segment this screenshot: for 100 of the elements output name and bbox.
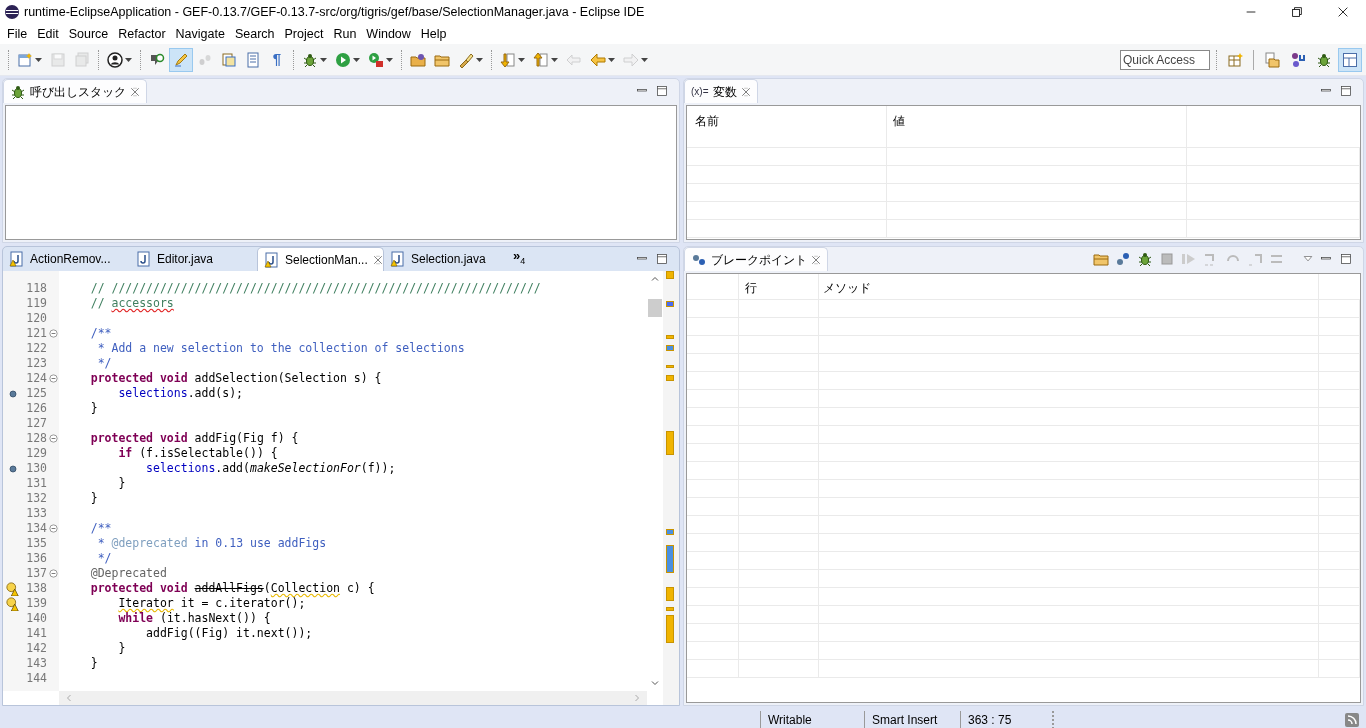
code-line: */ [96,550,112,567]
bug-icon [1137,251,1153,267]
menu-item[interactable]: File [2,24,33,44]
perspective-button[interactable] [1338,47,1362,72]
block-select-icon [221,51,237,68]
menu-item[interactable]: Window [361,24,416,44]
maximize-view-button[interactable] [1339,252,1353,266]
line-number: 119 [25,294,47,312]
caret-icon [125,57,132,62]
code-line: protected void addAllFigs(Collection c) { [89,580,375,597]
scroll-right-icon [633,694,641,702]
maximize-view-button[interactable] [1339,84,1353,98]
line-number: 127 [25,414,47,432]
breakpoint-icon [9,464,17,473]
maximize-view-button[interactable] [655,252,669,266]
caret-icon [518,57,525,62]
menu-item[interactable]: Run [328,24,362,44]
line-number: 137 [25,564,47,582]
forward-icon [623,51,639,68]
column-header[interactable]: 行 [739,274,819,299]
code-line: protected void addFig(Fig f) { [89,429,299,447]
status-field: 363 : 75 [960,711,1052,728]
code-line: Iterator it = c.iterator(); [117,595,306,612]
caret-icon [608,57,615,62]
status-field: Writable [760,711,864,728]
menu-item[interactable]: Source [63,24,114,44]
step-return-icon [1247,251,1263,267]
code-line: /** [89,324,112,342]
editor-tab[interactable]: Selection.java [384,247,511,271]
maximize-view-button[interactable] [655,84,669,98]
maximize-icon [656,253,668,265]
editor-tab[interactable]: ActionRemov... [3,247,130,271]
menu-item[interactable]: Search [229,24,280,44]
lightbulb-warning-icon [6,596,20,611]
open-perspective-icon [1227,51,1243,68]
caret-icon [320,57,327,62]
column-header[interactable]: 値 [887,106,1187,147]
caret-icon [386,57,393,62]
code-line: } [89,489,98,507]
highlighter-icon [173,51,189,68]
save-icon [50,51,66,68]
line-number: 124 [25,369,47,387]
line-number: 140 [25,609,47,627]
line-number: 131 [25,474,47,492]
bug-icon [1316,51,1332,68]
save-all-icon [74,51,90,68]
column-header[interactable]: 名前 [687,106,887,147]
document-icon [245,51,261,68]
progress-icon [1344,712,1360,728]
line-number: 142 [25,639,47,657]
menu-item[interactable]: Navigate [170,24,230,44]
line-number: 139 [25,594,47,612]
view-tab-label: ブレークポイント [711,251,807,269]
code-line: if (f.isSelectable()) { [117,445,278,462]
view-tab[interactable]: ブレークポイント [684,247,828,271]
code-line: selections.add(makeSelectionFor(f)); [145,459,396,477]
code-line: addFig((Fig) it.next()); [145,624,313,642]
menu-item[interactable]: Project [279,24,329,44]
line-number: 133 [25,504,47,522]
line-number: 135 [25,534,47,552]
close-icon [130,86,140,97]
menu-item[interactable]: Help [415,24,452,44]
code-line: } [117,639,126,657]
pilcrow-button[interactable]: ¶ [265,47,289,72]
caret-icon [353,57,360,62]
maximize-icon [1340,85,1352,97]
line-number: 120 [25,309,47,327]
editor-tab[interactable]: SelectionMan... [257,247,384,271]
code-line: // accessors [89,294,174,312]
line-number: 129 [25,444,47,462]
line-number: 130 [25,459,47,477]
bug-icon [302,51,318,68]
variables-icon: (x)= [691,84,709,99]
view-tab[interactable]: (x)= 変数 [684,79,758,103]
line-number: 126 [25,399,47,417]
resource-perspective-icon [1342,51,1358,68]
line-number: 144 [25,669,47,687]
menu-item[interactable]: Edit [32,24,64,44]
scroll-up-icon [651,275,659,283]
lightbulb-warning-icon [6,581,20,596]
close-icon [372,254,383,265]
person-icon [107,51,123,68]
eclipse-logo-icon [4,4,20,20]
code-line: * Add a new selection to the collection of selections [96,339,465,357]
close-icon [811,254,821,265]
editor-tab[interactable]: Editor.java [130,247,257,271]
restore-icon [1292,7,1302,17]
horizontal-scrollbar[interactable] [59,691,647,705]
quick-access-field[interactable]: Quick Access [1120,49,1210,70]
scroll-thumb[interactable] [648,299,662,317]
menu-item[interactable]: Refactor [113,24,171,44]
fold-icon [48,434,58,443]
resume-icon [1181,251,1197,267]
line-number: 141 [25,624,47,642]
column-header[interactable]: メソッド [819,274,1319,299]
fold-icon [48,524,58,533]
view-tab[interactable]: 呼び出しスタック [3,79,147,103]
git-icon [1290,51,1306,68]
run-toolbox-icon [368,51,384,68]
close-icon [1338,7,1348,17]
